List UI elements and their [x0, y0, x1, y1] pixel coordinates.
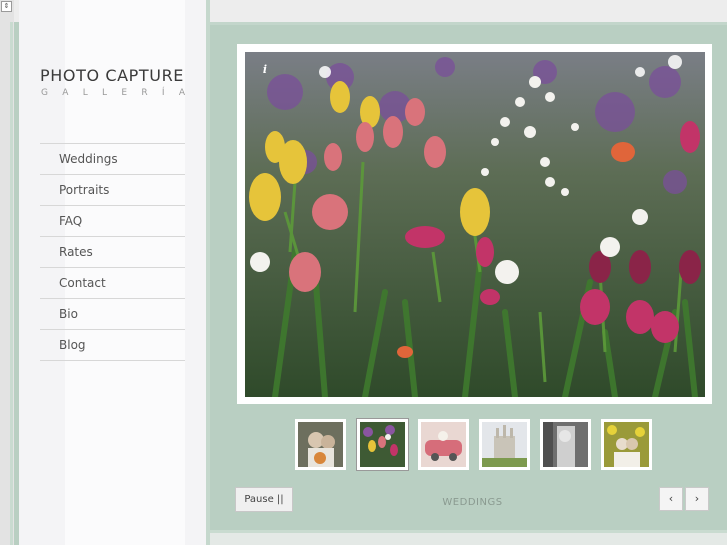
sidebar-edge — [206, 0, 210, 545]
left-gutter — [0, 0, 14, 545]
thumbnail-image — [298, 422, 343, 467]
thumbnail-2[interactable] — [356, 418, 409, 471]
pause-button[interactable]: Pause || — [235, 487, 293, 512]
expand-icon[interactable]: ⇕ — [1, 1, 12, 12]
site-subtitle: GALLERÍA — [41, 88, 200, 98]
nav-item-blog[interactable]: Blog — [40, 329, 185, 361]
thumbnail-image — [604, 422, 649, 467]
bottom-bar — [210, 533, 727, 545]
nav-item-rates[interactable]: Rates — [40, 236, 185, 267]
nav-item-faq[interactable]: FAQ — [40, 205, 185, 236]
tulip-garden-image — [245, 52, 705, 397]
thumbnail-image — [421, 422, 466, 467]
nav-item-contact[interactable]: Contact — [40, 267, 185, 298]
slideshow-photo[interactable] — [245, 52, 705, 397]
thumbnail-5[interactable] — [540, 419, 591, 470]
main-nav: Weddings Portraits FAQ Rates Contact Bio… — [40, 143, 185, 361]
site-title[interactable]: PHOTO CAPTURE — [40, 66, 184, 85]
thumbnail-6[interactable] — [601, 419, 652, 470]
info-icon[interactable]: i — [259, 63, 271, 77]
nav-item-bio[interactable]: Bio — [40, 298, 185, 329]
gallery-caption: WEDDINGS — [442, 497, 503, 508]
nav-item-weddings[interactable]: Weddings — [40, 143, 185, 174]
prev-button[interactable]: ‹ — [659, 487, 683, 511]
next-button[interactable]: › — [685, 487, 709, 511]
thumbnail-image — [360, 422, 405, 467]
thumbnail-1[interactable] — [295, 419, 346, 470]
thumbnail-image — [482, 422, 527, 467]
thumbnail-image — [543, 422, 588, 467]
gutter-divider — [10, 22, 13, 545]
nav-item-portraits[interactable]: Portraits — [40, 174, 185, 205]
thumbnail-3[interactable] — [418, 419, 469, 470]
top-divider — [210, 22, 727, 25]
thumbnail-4[interactable] — [479, 419, 530, 470]
